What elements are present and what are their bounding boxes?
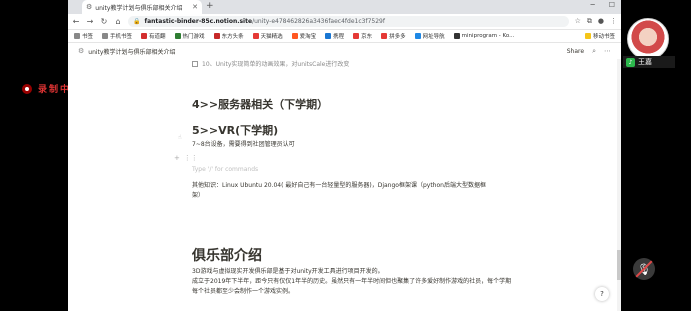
more-icon[interactable]: ⋯ — [604, 47, 611, 55]
bookmark-icon — [453, 33, 460, 39]
bookmark-label: 天猫精选 — [260, 34, 283, 40]
new-tab-button[interactable]: + — [206, 1, 214, 11]
bookmarks-bar: 书签 手机书签 有道翻 热门游戏 东方头条 天猫精选 爱淘宝 携程 京东 拼多多 网址导航 minip… — [68, 30, 621, 43]
bookmark-item[interactable]: 网址导航 — [414, 32, 445, 40]
share-button[interactable]: Share — [567, 48, 584, 55]
bookmark-item[interactable]: 携程 — [325, 32, 344, 40]
avatar — [627, 18, 669, 60]
bookmark-item[interactable]: 手机书签 — [102, 32, 132, 40]
screen: 录制中 ⚙ unity教学计划与俱乐部相关介绍 ✕ + ─ ☐ ← → ↻ ⌂ … — [0, 0, 691, 311]
page-gear-icon: ⚙ — [78, 47, 85, 55]
recording-indicator: 录制中 — [22, 82, 71, 95]
club-paragraph: 3D游戏与虚拟现实开发俱乐部是基于对unity开发工具进行项目开发的。 成立于2… — [192, 267, 512, 297]
bookmark-label: 京东 — [361, 34, 373, 40]
block-handle[interactable]: + ⋮⋮ — [174, 154, 198, 162]
knowledge-paragraph: 其他知识：Linux Ubuntu 20.04( 最好自己有一台轻量型的服务器)… — [192, 182, 486, 199]
bookmark-label: 携程 — [333, 34, 345, 40]
record-icon — [22, 83, 32, 94]
notion-gear-icon: ⚙ — [86, 3, 93, 11]
todo-item: 10、Unity实现简单的动画效果，对unitsCale进行改变 — [192, 59, 349, 68]
bookmark-item[interactable]: 书签 — [74, 32, 93, 40]
drag-handle-icon[interactable]: ⋮⋮ — [184, 154, 198, 162]
bookmark-icon — [353, 33, 360, 39]
reload-icon[interactable]: ↻ — [100, 17, 108, 26]
close-tab-icon[interactable]: ✕ — [192, 3, 198, 11]
url-host: fantastic-binder-85c.notion.site — [144, 18, 253, 25]
maximize-icon[interactable]: ☐ — [609, 1, 615, 9]
bookmark-icon — [325, 33, 332, 39]
bookmark-label: 手机书签 — [110, 34, 133, 40]
bookmark-label: 网址导航 — [422, 34, 445, 40]
window-controls: ─ ☐ — [591, 1, 616, 9]
topbar-actions: Share ⌕ ⋯ — [567, 47, 611, 56]
cursor-icon: ☝ — [178, 134, 182, 141]
bookmark-item[interactable]: 拼多多 — [381, 32, 406, 40]
todo-text: 10、Unity实现简单的动画效果，对unitsCale进行改变 — [202, 61, 350, 68]
bookmark-icon — [174, 33, 181, 39]
bookmark-item[interactable]: 东方头条 — [213, 32, 244, 40]
heading-server: 4>>服务器相关（下学期） — [192, 98, 329, 111]
url-path: /unity-e478462826a3436faec4fde1c3f7529f — [252, 18, 385, 25]
bookmark-label: 拼多多 — [389, 34, 406, 40]
bookmark-icon — [74, 33, 80, 39]
toolbar-icons: ☆ ⧉ ● ⋮ — [575, 17, 617, 26]
participant-bar: ♪ 王嘉 — [623, 56, 675, 68]
bookmark-icon — [141, 33, 148, 39]
heading-vr: 5>>VR(下学期) — [192, 124, 279, 137]
home-icon[interactable]: ⌂ — [114, 17, 122, 26]
bookmark-label: 东方头条 — [221, 34, 244, 40]
lock-icon[interactable]: 🔒 — [133, 18, 140, 25]
notion-topbar: ⚙ unity教学计划与俱乐部相关介绍 Share ⌕ ⋯ — [68, 43, 621, 59]
bookmark-icon — [252, 33, 259, 39]
empty-block-placeholder[interactable]: Type '/' for commands — [192, 166, 258, 173]
bookmarks-right[interactable]: 移动书签 — [584, 32, 615, 40]
search-icon[interactable]: ⌕ — [592, 47, 596, 56]
mic-active-icon: ♪ — [626, 57, 635, 67]
bookmark-icon — [291, 33, 298, 39]
page-content: 10、Unity实现简单的动画效果，对unitsCale进行改变 4>>服务器相… — [68, 59, 621, 311]
star-icon[interactable]: ☆ — [575, 17, 581, 26]
vr-paragraph: 7~8台设备，需要得到社团管理员认可 — [192, 141, 295, 148]
help-button[interactable]: ? — [595, 287, 609, 301]
forward-icon[interactable]: → — [86, 17, 94, 26]
bookmark-item[interactable]: 热门游戏 — [174, 32, 205, 40]
tab-strip: ⚙ unity教学计划与俱乐部相关介绍 ✕ + ─ ☐ — [68, 0, 621, 14]
tab-title: unity教学计划与俱乐部相关介绍 — [95, 4, 183, 12]
add-block-icon[interactable]: + — [174, 154, 180, 162]
browser-tab[interactable]: ⚙ unity教学计划与俱乐部相关介绍 ✕ — [82, 0, 202, 14]
bookmark-icon — [414, 33, 421, 39]
minimize-icon[interactable]: ─ — [591, 1, 595, 9]
bookmark-item[interactable]: 爱淘宝 — [291, 32, 317, 40]
bookmarks-right-label: 移动书签 — [592, 34, 615, 40]
navigation-bar: ← → ↻ ⌂ 🔒 fantastic-binder-85c.notion.si… — [68, 14, 621, 30]
menu-icon[interactable]: ⋮ — [610, 17, 617, 26]
folder-icon — [584, 33, 591, 39]
recording-label: 录制中 — [38, 85, 72, 95]
bookmark-label: 热门游戏 — [182, 34, 205, 40]
heading-club: 俱乐部介绍 — [192, 248, 262, 264]
participant-name: 王嘉 — [638, 58, 652, 66]
bookmark-label: 有道翻 — [149, 34, 166, 40]
breadcrumb[interactable]: unity教学计划与俱乐部相关介绍 — [88, 47, 175, 56]
bookmark-item[interactable]: 天猫精选 — [252, 32, 283, 40]
checkbox[interactable] — [192, 60, 198, 67]
bookmark-item[interactable]: 有道翻 — [141, 32, 166, 40]
mic-muted-icon[interactable]: 🎙 — [633, 258, 655, 280]
scrollbar-thumb[interactable] — [617, 250, 621, 280]
browser-window: ⚙ unity教学计划与俱乐部相关介绍 ✕ + ─ ☐ ← → ↻ ⌂ 🔒 fa… — [68, 0, 621, 311]
bookmark-label: 书签 — [82, 34, 94, 40]
bookmark-icon — [102, 33, 109, 39]
extension-icon[interactable]: ⧉ — [587, 17, 592, 26]
bookmark-label: 爱淘宝 — [299, 34, 317, 40]
profile-icon[interactable]: ● — [598, 17, 604, 26]
back-icon[interactable]: ← — [72, 17, 80, 26]
bookmark-label: miniprogram - Ko... — [461, 33, 515, 39]
bookmark-icon — [213, 33, 220, 39]
club-paragraph-line2: 成立于2019年下半年，距今只有仅仅1年半的历史。虽然只有一年半时间但也聚集了许… — [192, 278, 512, 295]
bookmark-icon — [381, 33, 388, 39]
club-paragraph-line1: 3D游戏与虚拟现实开发俱乐部是基于对unity开发工具进行项目开发的。 — [192, 268, 384, 275]
bookmark-item[interactable]: miniprogram - Ko... — [453, 33, 515, 39]
bookmark-item[interactable]: 京东 — [353, 32, 372, 40]
address-bar[interactable]: 🔒 fantastic-binder-85c.notion.site/unity… — [128, 16, 569, 27]
